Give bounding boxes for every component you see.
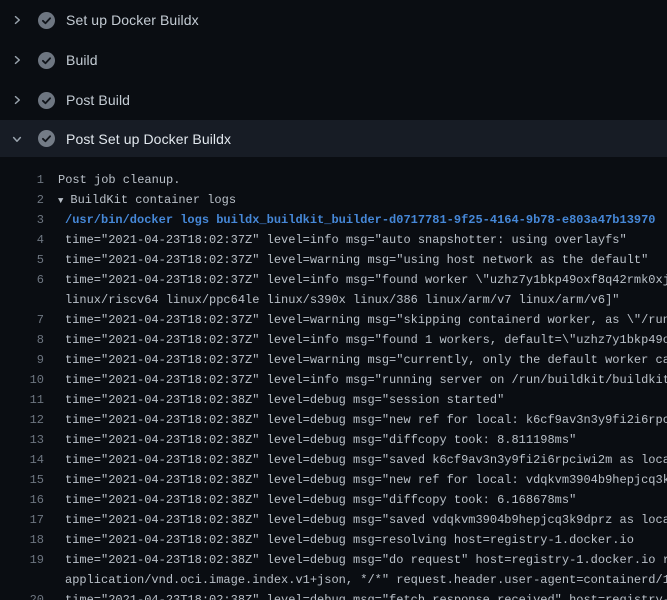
step-list: Set up Docker Buildx Build Post Build [0,0,667,157]
log-line: 16 time="2021-04-23T18:02:38Z" level=deb… [0,490,667,510]
log-line: 7 time="2021-04-23T18:02:37Z" level=warn… [0,310,667,330]
log-text: time="2021-04-23T18:02:37Z" level=info m… [65,270,667,290]
log-line: 12 time="2021-04-23T18:02:38Z" level=deb… [0,410,667,430]
log-text: time="2021-04-23T18:02:38Z" level=debug … [65,490,576,510]
step-label: Post Set up Docker Buildx [66,131,231,147]
log-text: time="2021-04-23T18:02:38Z" level=debug … [65,510,667,530]
collapse-triangle-icon[interactable]: ▼ [58,196,63,206]
step-label: Set up Docker Buildx [66,12,199,28]
log-text: time="2021-04-23T18:02:38Z" level=debug … [65,390,504,410]
command-text: /usr/bin/docker logs buildx_buildkit_bui… [65,210,656,230]
log-line: 11 time="2021-04-23T18:02:38Z" level=deb… [0,390,667,410]
line-number-link[interactable]: 17 [0,510,44,530]
log-text: time="2021-04-23T18:02:38Z" level=debug … [65,410,667,430]
log-text: time="2021-04-23T18:02:37Z" level=warnin… [65,250,648,270]
log-line-command: 3 /usr/bin/docker logs buildx_buildkit_b… [0,210,667,230]
log-text: time="2021-04-23T18:02:38Z" level=debug … [65,450,667,470]
log-line: 20 time="2021-04-23T18:02:38Z" level=deb… [0,590,667,600]
success-check-icon [38,92,55,109]
line-number-link[interactable]: 6 [0,270,44,290]
chevron-down-icon [11,133,23,145]
log-line: 14 time="2021-04-23T18:02:38Z" level=deb… [0,450,667,470]
line-number-link[interactable]: 14 [0,450,44,470]
line-number-link[interactable]: 19 [0,550,44,570]
step-row-post-setup-docker-buildx[interactable]: Post Set up Docker Buildx [0,120,667,157]
line-number-link[interactable]: 3 [0,210,44,230]
line-number-link[interactable]: 8 [0,330,44,350]
log-text: time="2021-04-23T18:02:38Z" level=debug … [65,430,576,450]
line-number-link[interactable]: 4 [0,230,44,250]
success-check-icon [38,12,55,29]
line-number-link[interactable]: 9 [0,350,44,370]
line-number-link[interactable]: 13 [0,430,44,450]
log-line-wrap-continuation: application/vnd.oci.image.index.v1+json,… [0,570,667,590]
log-text: time="2021-04-23T18:02:37Z" level=info m… [65,330,667,350]
step-row-build[interactable]: Build [0,40,667,80]
step-label: Post Build [66,92,130,108]
log-line: 17 time="2021-04-23T18:02:38Z" level=deb… [0,510,667,530]
log-line: 1 Post job cleanup. [0,170,667,190]
log-text: time="2021-04-23T18:02:38Z" level=debug … [65,590,667,600]
step-row-post-build[interactable]: Post Build [0,80,667,120]
log-line: 19 time="2021-04-23T18:02:38Z" level=deb… [0,550,667,570]
success-check-icon [38,52,55,69]
log-line: 15 time="2021-04-23T18:02:38Z" level=deb… [0,470,667,490]
log-line: 9 time="2021-04-23T18:02:37Z" level=warn… [0,350,667,370]
line-number-link[interactable]: 11 [0,390,44,410]
chevron-right-icon [11,14,23,26]
line-number-spacer [0,290,44,310]
line-number-link[interactable]: 15 [0,470,44,490]
log-text: time="2021-04-23T18:02:37Z" level=warnin… [65,350,667,370]
log-text: time="2021-04-23T18:02:37Z" level=info m… [65,370,667,390]
log-text: time="2021-04-23T18:02:38Z" level=debug … [65,530,634,550]
line-number-link[interactable]: 16 [0,490,44,510]
log-text: linux/riscv64 linux/ppc64le linux/s390x … [65,290,620,310]
log-line: 13 time="2021-04-23T18:02:38Z" level=deb… [0,430,667,450]
line-number-link[interactable]: 10 [0,370,44,390]
log-line: 4 time="2021-04-23T18:02:37Z" level=info… [0,230,667,250]
log-line: 6 time="2021-04-23T18:02:37Z" level=info… [0,270,667,290]
line-number-link[interactable]: 7 [0,310,44,330]
log-text: application/vnd.oci.image.index.v1+json,… [65,570,667,590]
chevron-right-icon [11,94,23,106]
line-number-link[interactable]: 12 [0,410,44,430]
line-number-link[interactable]: 5 [0,250,44,270]
step-row-setup-docker-buildx[interactable]: Set up Docker Buildx [0,0,667,40]
log-text: time="2021-04-23T18:02:38Z" level=debug … [65,550,667,570]
log-group-toggle[interactable]: ▼ BuildKit container logs [58,190,236,210]
chevron-right-icon [11,54,23,66]
log-text: time="2021-04-23T18:02:38Z" level=debug … [65,470,667,490]
log-line: 8 time="2021-04-23T18:02:37Z" level=info… [0,330,667,350]
log-text: Post job cleanup. [58,170,180,190]
line-number-link[interactable]: 2 [0,190,44,210]
step-label: Build [66,52,98,68]
line-number-link[interactable]: 1 [0,170,44,190]
line-number-spacer [0,570,44,590]
log-line: 18 time="2021-04-23T18:02:38Z" level=deb… [0,530,667,550]
log-line-group-header: 2 ▼ BuildKit container logs [0,190,667,210]
actions-log-viewer: Set up Docker Buildx Build Post Build [0,0,667,600]
line-number-link[interactable]: 18 [0,530,44,550]
success-check-icon [38,130,55,147]
log-output: 1 Post job cleanup. 2 ▼ BuildKit containe… [0,157,667,600]
line-number-link[interactable]: 20 [0,590,44,600]
log-text: time="2021-04-23T18:02:37Z" level=warnin… [65,310,667,330]
log-line: 10 time="2021-04-23T18:02:37Z" level=inf… [0,370,667,390]
log-line-wrap-continuation: linux/riscv64 linux/ppc64le linux/s390x … [0,290,667,310]
log-line: 5 time="2021-04-23T18:02:37Z" level=warn… [0,250,667,270]
log-text: time="2021-04-23T18:02:37Z" level=info m… [65,230,627,250]
log-group-title: BuildKit container logs [70,193,236,207]
